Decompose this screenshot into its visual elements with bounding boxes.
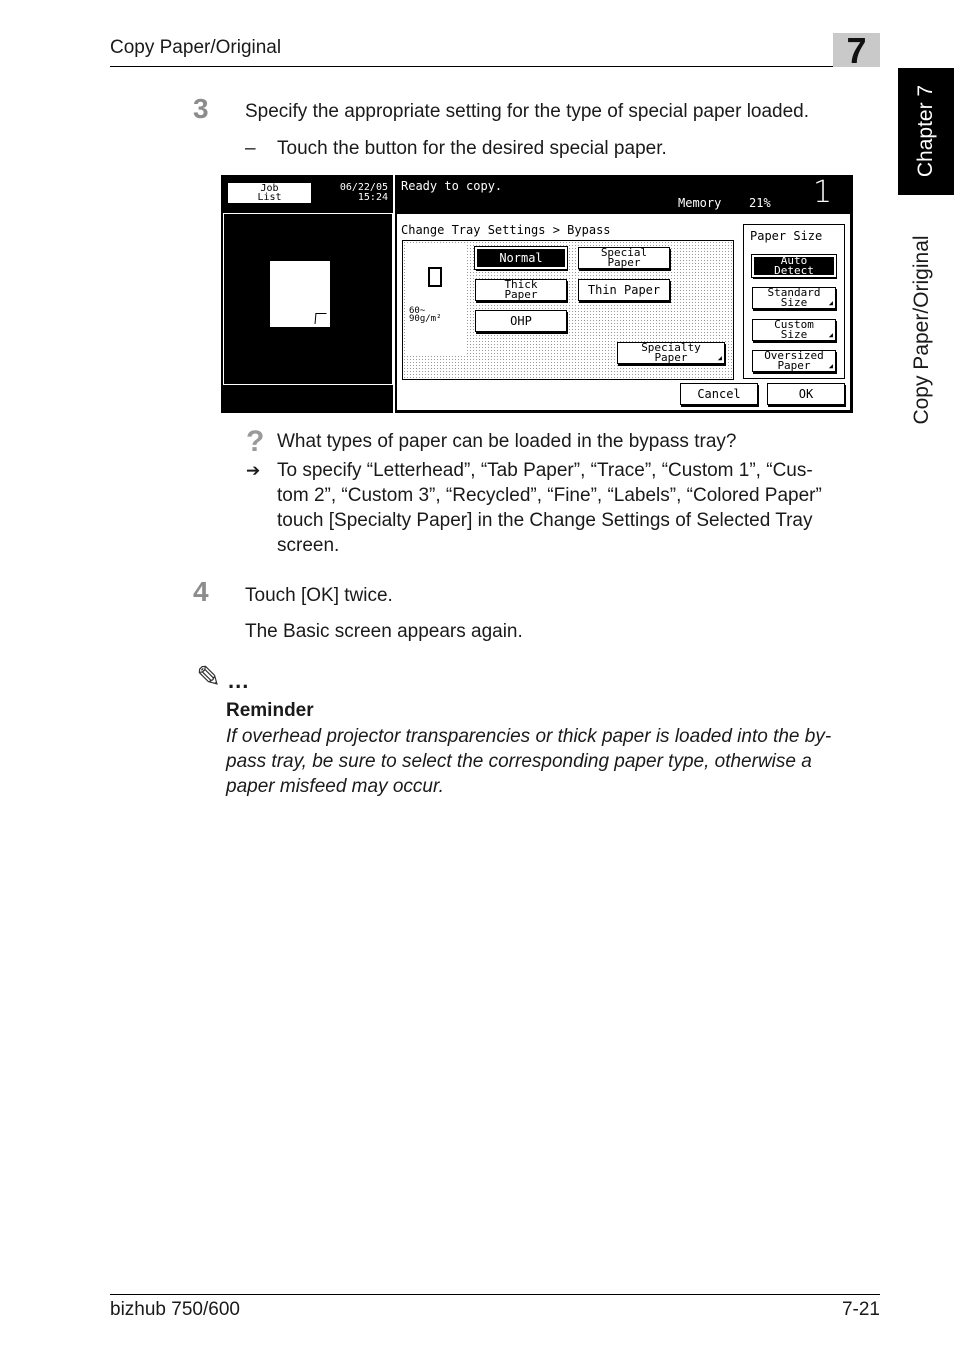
cancel-button[interactable]: Cancel [680, 383, 758, 405]
paper-sheet-icon [428, 267, 442, 287]
submenu-corner-icon: ◢ [828, 299, 833, 307]
side-chapter-label: Chapter 7 [914, 84, 937, 178]
auto-detect-button[interactable]: Auto Detect [751, 254, 837, 278]
memory-value: 21% [749, 196, 771, 210]
thick-paper-button[interactable]: Thick Paper [475, 279, 567, 301]
normal-paper-button[interactable]: Normal [474, 246, 568, 270]
step-number-4: 4 [193, 576, 209, 607]
sub-step-text: Touch the button for the desired special… [277, 138, 667, 159]
hint-answer-line: screen. [277, 535, 340, 556]
paper-weight-label: 60~ 90g/m² [409, 306, 442, 324]
status-message: Ready to copy. [401, 179, 503, 193]
arrow-right-icon: ➔ [246, 461, 261, 480]
ok-button[interactable]: OK [767, 383, 845, 405]
footer-rule [110, 1294, 880, 1295]
custom-size-button[interactable]: Custom Size ◢ [752, 319, 836, 341]
hint-answer-line: tom 2”, “Custom 3”, “Recycled”, “Fine”, … [277, 485, 822, 506]
submenu-corner-icon: ◢ [828, 331, 833, 339]
reminder-line: pass tray, be sure to select the corresp… [226, 751, 812, 772]
footer-model: bizhub 750/600 [110, 1299, 240, 1320]
step-4-text: Touch [OK] twice. [245, 585, 393, 606]
bypass-info-box [405, 245, 465, 355]
paper-corner-fold [314, 313, 327, 324]
hint-answer: To specify “Letterhead”, “Tab Paper”, “T… [277, 458, 822, 558]
reminder-title: Reminder [226, 700, 314, 721]
job-list-button[interactable]: Job List [227, 182, 312, 204]
control-panel-screenshot: Job List 06/22/05 15:24 Ready to copy. M… [221, 175, 853, 413]
standard-size-button[interactable]: Standard Size ◢ [752, 287, 836, 309]
date-time-display: 06/22/05 15:24 [322, 183, 388, 203]
pencil-note-icon: ✎ [196, 660, 222, 695]
breadcrumb: Change Tray Settings > Bypass [401, 223, 611, 237]
submenu-corner-icon: ◢ [828, 362, 833, 370]
sub-step-dash: – [245, 138, 256, 159]
panel-divider [393, 175, 395, 413]
specialty-paper-button[interactable]: Specialty Paper ◢ [617, 342, 725, 364]
hint-answer-line: To specify “Letterhead”, “Tab Paper”, “T… [277, 460, 813, 481]
footer-page-number: 7-21 [841, 1299, 880, 1320]
question-icon: ? [246, 425, 265, 458]
reminder-line: If overhead projector transparencies or … [226, 726, 832, 747]
copy-count: 1 [813, 175, 833, 210]
header-rule [110, 66, 880, 67]
paper-size-title: Paper Size [750, 229, 823, 243]
step-3-text: Specify the appropriate setting for the … [245, 101, 810, 122]
step-4-result: The Basic screen appears again. [245, 621, 523, 642]
reminder-body: If overhead projector transparencies or … [226, 724, 886, 799]
step-number-3: 3 [193, 93, 209, 124]
ohp-button[interactable]: OHP [475, 310, 567, 332]
oversized-paper-button[interactable]: Oversized Paper ◢ [752, 350, 836, 372]
hint-answer-line: touch [Specialty Paper] in the Change Se… [277, 510, 813, 531]
side-section-label: Copy Paper/Original [910, 235, 933, 425]
submenu-corner-icon: ◢ [717, 354, 722, 362]
reminder-dots: ... [228, 668, 250, 693]
reminder-line: paper misfeed may occur. [226, 776, 444, 797]
special-paper-button[interactable]: Special Paper [578, 247, 670, 269]
chapter-number: 7 [846, 30, 867, 71]
running-header-title: Copy Paper/Original [110, 37, 282, 58]
thin-paper-button[interactable]: Thin Paper [578, 279, 670, 301]
memory-label: Memory [678, 196, 722, 210]
hint-question: What types of paper can be loaded in the… [277, 431, 737, 452]
time-text: 15:24 [357, 192, 388, 203]
